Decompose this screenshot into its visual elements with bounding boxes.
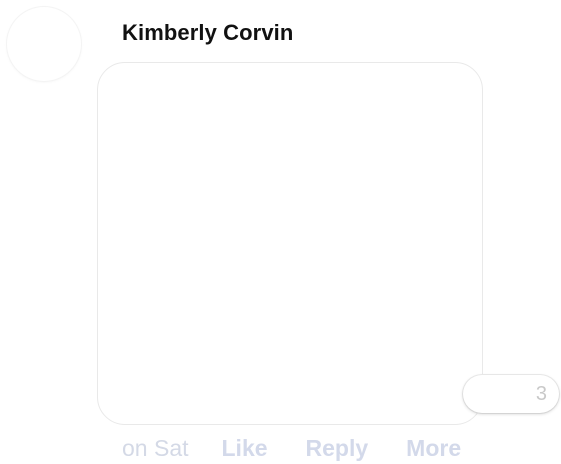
avatar[interactable] <box>7 7 81 81</box>
reaction-count: 3 <box>535 383 547 405</box>
message-timestamp: on Sat <box>122 434 189 461</box>
message-bubble <box>97 62 483 425</box>
like-link[interactable]: Like <box>222 435 268 462</box>
reply-link[interactable]: Reply <box>306 435 369 462</box>
message-meta-row: on Sat Like Reply More <box>122 434 461 462</box>
more-link[interactable]: More <box>406 435 461 462</box>
author-name[interactable]: Kimberly Corvin <box>122 20 293 46</box>
reaction-pill[interactable]: 3 <box>463 375 559 413</box>
